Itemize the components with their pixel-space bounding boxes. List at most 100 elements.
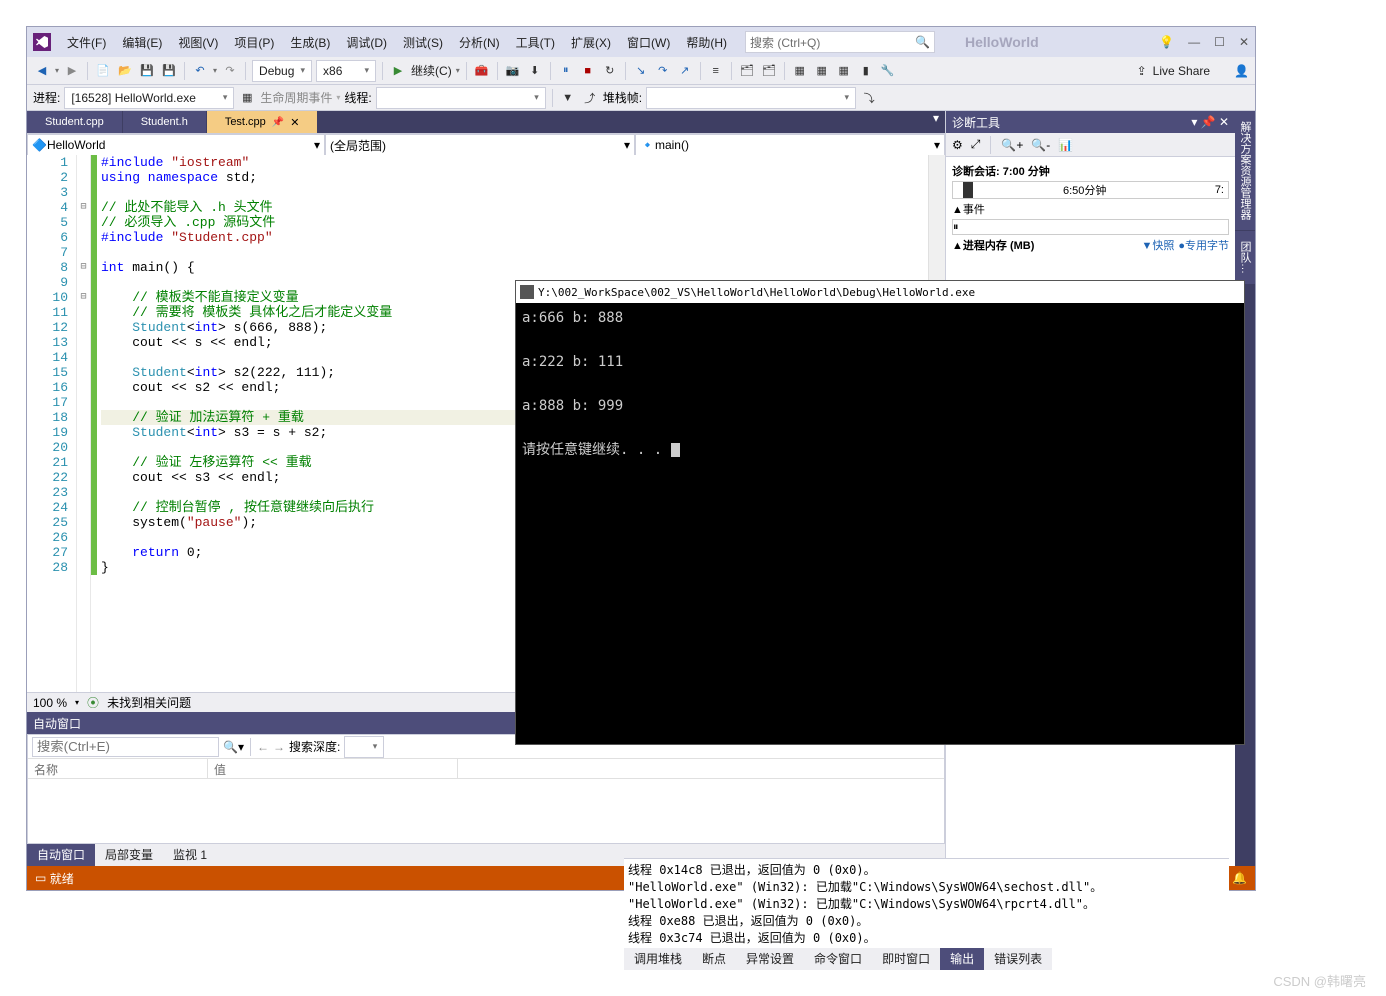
open-icon[interactable]: 📂	[116, 62, 134, 80]
back-button[interactable]: ◀	[33, 62, 51, 80]
btab-即时窗口[interactable]: 即时窗口	[872, 948, 940, 970]
menu-项目(P)[interactable]: 项目(P)	[226, 36, 282, 50]
lifecycle-icon[interactable]: ▦	[238, 89, 256, 107]
step-into-icon[interactable]: ↘	[632, 62, 650, 80]
btab-自动窗口[interactable]: 自动窗口	[27, 844, 95, 866]
save-icon[interactable]: 💾	[138, 62, 156, 80]
standard-toolbar: ◀▾ ▶ 📄 📂 💾 💾 ↶▾ ↷ Debug▾ x86▾ ▶ 继续(C)▾ 🧰…	[27, 57, 1255, 85]
misc-icon-7[interactable]: ▮	[857, 62, 875, 80]
stackframe-label: 堆栈帧:	[603, 89, 642, 106]
console-titlebar: Y:\002_WorkSpace\002_VS\HelloWorld\Hello…	[516, 281, 1244, 303]
zoom-out-icon[interactable]: 🔍-	[1031, 138, 1050, 152]
stackframe-combo[interactable]: ▾	[646, 87, 856, 109]
feedback-icon[interactable]: 💡	[1159, 35, 1174, 49]
btab-监视 1[interactable]: 监视 1	[163, 844, 217, 866]
thread-combo[interactable]: ▾	[376, 87, 546, 109]
stop-icon[interactable]: ■	[579, 62, 597, 80]
misc-icon-5[interactable]: ▦	[813, 62, 831, 80]
menu-工具(T)[interactable]: 工具(T)	[508, 36, 563, 50]
output-window[interactable]: 线程 0x14c8 已退出，返回值为 0 (0x0)。 "HelloWorld.…	[624, 858, 1229, 948]
misc-icon-6[interactable]: ▦	[835, 62, 853, 80]
user-icon[interactable]: 👤	[1234, 64, 1249, 78]
new-item-icon[interactable]: 📄	[94, 62, 112, 80]
step-over-icon[interactable]: ↷	[654, 62, 672, 80]
process-combo[interactable]: [16528] HelloWorld.exe▾	[64, 87, 234, 109]
platform-combo[interactable]: x86▾	[316, 60, 376, 82]
close-button[interactable]: ✕	[1239, 35, 1249, 49]
zoom-level[interactable]: 100 %	[33, 696, 67, 710]
chart-icon[interactable]: 📊	[1058, 138, 1073, 152]
bottom-tabs-right: 调用堆栈断点异常设置命令窗口即时窗口输出错误列表	[624, 948, 1052, 970]
restart-icon[interactable]: ↻	[601, 62, 619, 80]
diag-events[interactable]: ▲事件	[952, 201, 985, 217]
misc-icon-4[interactable]: ▦	[791, 62, 809, 80]
menu-测试(S)[interactable]: 测试(S)	[395, 36, 451, 50]
btab-调用堆栈[interactable]: 调用堆栈	[624, 948, 692, 970]
pause-icon[interactable]: ⏸	[557, 62, 575, 80]
undo-icon[interactable]: ↶	[191, 62, 209, 80]
menu-编辑(E)[interactable]: 编辑(E)	[114, 36, 170, 50]
misc-icon-2[interactable]: 🗂	[738, 62, 756, 80]
sf-icon[interactable]: ⤴	[581, 89, 599, 107]
misc-icon-1[interactable]: ≡	[707, 62, 725, 80]
zoom-in-icon[interactable]: 🔍+	[1001, 138, 1023, 152]
menu-文件(F)[interactable]: 文件(F)	[59, 36, 114, 50]
fwd-icon[interactable]: →	[273, 740, 285, 754]
tab-Test.cpp[interactable]: Test.cpp 📌✕	[207, 111, 319, 133]
tool-icon-2[interactable]: 📷	[504, 62, 522, 80]
console-window[interactable]: Y:\002_WorkSpace\002_VS\HelloWorld\Hello…	[515, 280, 1245, 745]
continue-button[interactable]: ▶	[389, 62, 407, 80]
misc-icon-8[interactable]: 🔧	[879, 62, 897, 80]
autos-search-input[interactable]	[32, 737, 219, 757]
btab-输出[interactable]: 输出	[940, 948, 984, 970]
autos-window: 🔍▾ ← → 搜索深度: ▾ 名称 值	[27, 734, 945, 844]
menu-帮助(H)[interactable]: 帮助(H)	[678, 36, 735, 50]
btab-局部变量[interactable]: 局部变量	[95, 844, 163, 866]
back-icon[interactable]: ←	[257, 740, 269, 754]
nav-scope[interactable]: (全局范围)▾	[325, 134, 635, 156]
vtab-团队…[interactable]: 团队…	[1235, 231, 1255, 284]
process-label: 进程:	[33, 89, 60, 106]
search-placeholder: 搜索 (Ctrl+Q)	[750, 34, 820, 51]
liveshare[interactable]: ⇪ Live Share 👤	[1137, 64, 1249, 78]
tool-icon-1[interactable]: 🧰	[473, 62, 491, 80]
gear-icon[interactable]: ⚙	[952, 138, 963, 152]
btab-异常设置[interactable]: 异常设置	[736, 948, 804, 970]
console-icon	[520, 285, 534, 299]
redo-icon[interactable]: ↷	[221, 62, 239, 80]
search-icon[interactable]: 🔍▾	[223, 740, 244, 754]
autos-columns: 名称 值	[28, 759, 944, 779]
depth-combo[interactable]: ▾	[344, 736, 384, 758]
menu-调试(D)[interactable]: 调试(D)	[338, 36, 395, 50]
menu-视图(V)[interactable]: 视图(V)	[170, 36, 226, 50]
btab-命令窗口[interactable]: 命令窗口	[804, 948, 872, 970]
minimize-button[interactable]: —	[1188, 35, 1200, 49]
main-menu: 文件(F)编辑(E)视图(V)项目(P)生成(B)调试(D)测试(S)分析(N)…	[59, 34, 735, 51]
continue-label: 继续(C)	[411, 62, 452, 79]
expand-icon[interactable]: ⤢	[971, 137, 981, 152]
tab-Student.h[interactable]: Student.h	[123, 111, 207, 133]
save-all-icon[interactable]: 💾	[160, 62, 178, 80]
forward-button[interactable]: ▶	[63, 62, 81, 80]
misc-icon-3[interactable]: 🗂	[760, 62, 778, 80]
step-out-icon[interactable]: ↗	[676, 62, 694, 80]
config-combo[interactable]: Debug▾	[252, 60, 312, 82]
tab-overflow[interactable]: ▾	[927, 111, 945, 133]
tab-Student.cpp[interactable]: Student.cpp	[27, 111, 123, 133]
nav-project[interactable]: 🔷 HelloWorld▾	[27, 134, 325, 156]
notification-icon[interactable]: 🔔	[1232, 871, 1247, 885]
vtab-解决方案资源管理器[interactable]: 解决方案资源管理器	[1235, 111, 1255, 230]
btab-错误列表[interactable]: 错误列表	[984, 948, 1052, 970]
sf-tool-icon[interactable]: ⤵	[860, 89, 878, 107]
menu-分析(N)[interactable]: 分析(N)	[451, 36, 508, 50]
btab-断点[interactable]: 断点	[692, 948, 736, 970]
nav-member[interactable]: 🔹 main()▾	[635, 134, 945, 156]
maximize-button[interactable]: ☐	[1214, 35, 1225, 49]
menu-窗口(W)[interactable]: 窗口(W)	[619, 36, 678, 50]
filter-icon[interactable]: ▼	[559, 89, 577, 107]
diag-memory[interactable]: ▲进程内存 (MB)	[952, 237, 1034, 253]
quick-search[interactable]: 搜索 (Ctrl+Q) 🔍	[745, 31, 935, 53]
menu-扩展(X)[interactable]: 扩展(X)	[563, 36, 619, 50]
tool-icon-3[interactable]: ⬇	[526, 62, 544, 80]
menu-生成(B)[interactable]: 生成(B)	[282, 36, 338, 50]
